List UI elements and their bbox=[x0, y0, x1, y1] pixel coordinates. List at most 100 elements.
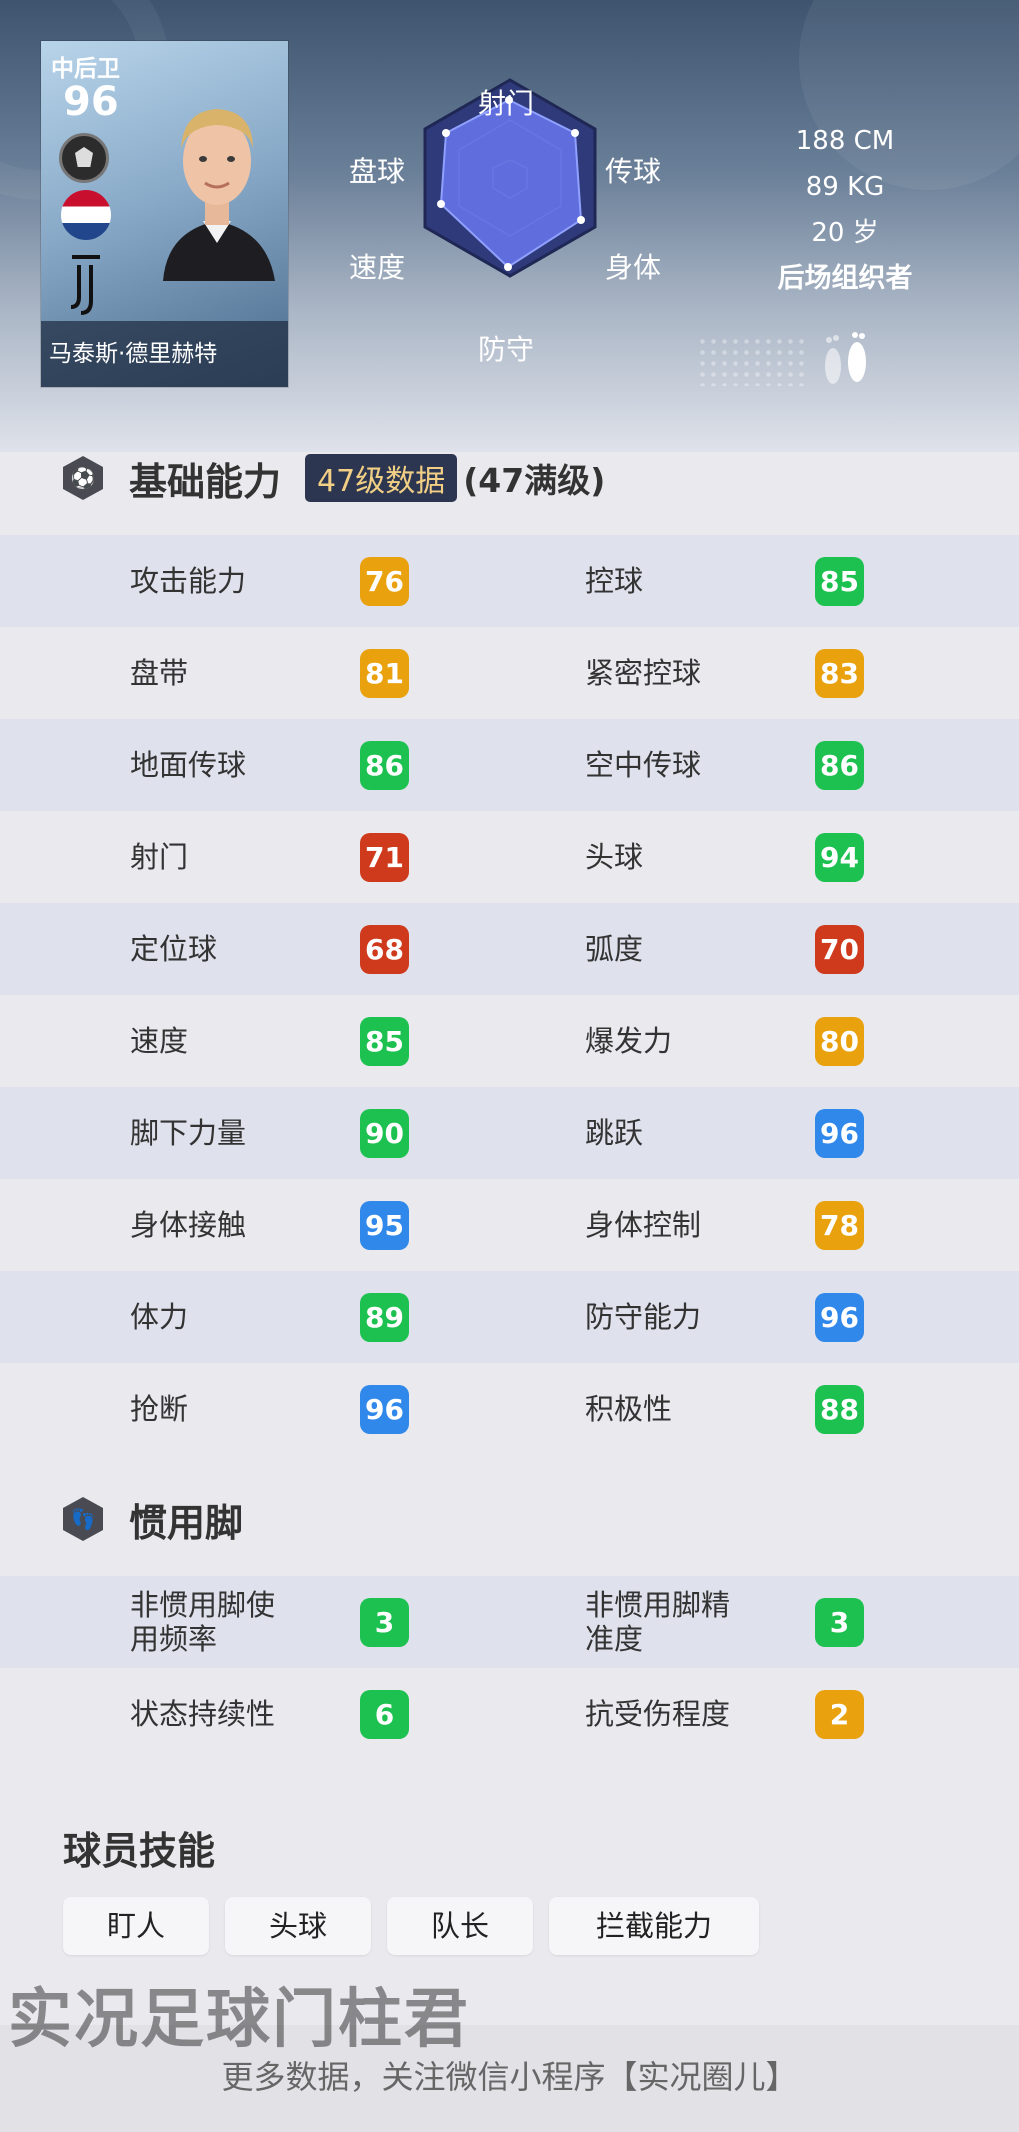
radar-label-passing: 传球 bbox=[605, 155, 662, 188]
stat-value: 81 bbox=[360, 649, 409, 698]
radar-point bbox=[504, 263, 512, 271]
stat-label: 攻击能力 bbox=[130, 564, 247, 598]
stat-value: 89 bbox=[360, 1293, 409, 1342]
level-data-badge[interactable]: 47级数据 bbox=[305, 454, 458, 502]
stat-label: 非惯用脚使用频率 bbox=[130, 1588, 276, 1656]
radar-label-defending: 防守 bbox=[478, 333, 535, 366]
base-stats-table: 攻击能力 76 控球 85 盘带 81 紧密控球 83 地面传球 86 空中传球… bbox=[0, 535, 1019, 1455]
stat-label: 非惯用脚精准度 bbox=[585, 1588, 731, 1656]
stat-value: 6 bbox=[360, 1690, 409, 1739]
player-style: 后场组织者 bbox=[777, 263, 913, 294]
base-ability-header: ⚽ 基础能力 47级数据 (47满级) bbox=[63, 453, 606, 504]
stat-label: 体力 bbox=[130, 1300, 189, 1334]
stat-label: 紧密控球 bbox=[585, 656, 702, 690]
radar-point bbox=[442, 129, 450, 137]
stat-label: 积极性 bbox=[585, 1392, 673, 1426]
decorative-dots bbox=[697, 336, 807, 386]
stat-value: 83 bbox=[815, 649, 864, 698]
footer-promo-link[interactable]: 更多数据，关注微信小程序【实况圈儿】 bbox=[0, 2052, 1019, 2098]
attribute-radar-chart: 射门 传球 身体 防守 速度 盘球 bbox=[335, 60, 695, 380]
stat-value: 2 bbox=[815, 1690, 864, 1739]
stat-label: 抗受伤程度 bbox=[585, 1697, 731, 1731]
stat-label: 爆发力 bbox=[585, 1024, 673, 1058]
player-header: 中后卫 96 马泰斯·德里赫特 射门 传球 身体 防守 速度 盘球 188 CM… bbox=[0, 0, 1019, 452]
player-card[interactable]: 中后卫 96 马泰斯·德里赫特 bbox=[41, 41, 288, 387]
stat-value: 96 bbox=[815, 1109, 864, 1158]
stat-label: 射门 bbox=[130, 840, 189, 874]
stat-row: 体力 89 防守能力 96 bbox=[0, 1271, 1019, 1363]
stat-row: 抢断 96 积极性 88 bbox=[0, 1363, 1019, 1455]
stat-value: 90 bbox=[360, 1109, 409, 1158]
stat-label: 控球 bbox=[585, 564, 644, 598]
stat-label: 速度 bbox=[130, 1024, 189, 1058]
radar-label-dribbling: 盘球 bbox=[349, 155, 406, 188]
skills-title: 球员技能 bbox=[63, 1829, 216, 1873]
player-age: 20 岁 bbox=[811, 218, 879, 248]
stat-value: 3 bbox=[360, 1598, 409, 1647]
stat-value: 88 bbox=[815, 1385, 864, 1434]
player-overall-rating: 96 bbox=[63, 79, 119, 125]
stat-row: 脚下力量 90 跳跃 96 bbox=[0, 1087, 1019, 1179]
stat-label: 盘带 bbox=[130, 656, 189, 690]
stat-row: 地面传球 86 空中传球 86 bbox=[0, 719, 1019, 811]
foot-title: 惯用脚 bbox=[129, 1500, 244, 1545]
stat-row: 盘带 81 紧密控球 83 bbox=[0, 627, 1019, 719]
stat-value: 71 bbox=[360, 833, 409, 882]
stat-row: 攻击能力 76 控球 85 bbox=[0, 535, 1019, 627]
stat-row: 非惯用脚使用频率 3 非惯用脚精准度 3 bbox=[0, 1576, 1019, 1668]
stat-label: 弧度 bbox=[585, 932, 644, 966]
skill-tag[interactable]: 拦截能力 bbox=[549, 1897, 759, 1955]
player-height: 188 CM bbox=[795, 126, 895, 156]
stat-value: 86 bbox=[360, 741, 409, 790]
stat-label: 身体控制 bbox=[585, 1208, 702, 1242]
stat-label: 地面传球 bbox=[130, 748, 247, 782]
stat-row: 射门 71 头球 94 bbox=[0, 811, 1019, 903]
stat-value: 76 bbox=[360, 557, 409, 606]
stat-label: 抢断 bbox=[130, 1392, 189, 1426]
stat-label: 头球 bbox=[585, 840, 644, 874]
skill-tag[interactable]: 队长 bbox=[387, 1897, 533, 1955]
player-position: 中后卫 bbox=[51, 56, 120, 82]
radar-point bbox=[577, 216, 585, 224]
club-logo-icon bbox=[70, 255, 100, 315]
max-level-note: (47满级) bbox=[463, 461, 606, 500]
skills-list: 盯人 头球 队长 拦截能力 bbox=[63, 1897, 759, 1955]
card-type-badge-icon bbox=[59, 133, 109, 183]
stat-row: 状态持续性 6 抗受伤程度 2 bbox=[0, 1668, 1019, 1760]
stat-label: 防守能力 bbox=[585, 1300, 702, 1334]
stat-value: 70 bbox=[815, 925, 864, 974]
footprint-icon: 👣 bbox=[63, 1497, 103, 1541]
radar-label-speed: 速度 bbox=[349, 251, 406, 284]
stat-value: 80 bbox=[815, 1017, 864, 1066]
stat-label: 空中传球 bbox=[585, 748, 702, 782]
radar-label-shooting: 射门 bbox=[478, 87, 535, 120]
stat-value: 95 bbox=[360, 1201, 409, 1250]
stat-label: 跳跃 bbox=[585, 1116, 644, 1150]
radar-point bbox=[571, 129, 579, 137]
player-info: 188 CM 89 KG 20 岁 后场组织者 bbox=[755, 118, 935, 302]
stat-label: 定位球 bbox=[130, 932, 218, 966]
skill-tag[interactable]: 头球 bbox=[225, 1897, 371, 1955]
stat-value: 86 bbox=[815, 741, 864, 790]
stat-value: 78 bbox=[815, 1201, 864, 1250]
stat-value: 85 bbox=[360, 1017, 409, 1066]
skill-tag[interactable]: 盯人 bbox=[63, 1897, 209, 1955]
footprint-icon bbox=[825, 332, 866, 384]
foot-header: 👣 惯用脚 bbox=[63, 1494, 244, 1545]
player-run-icon: ⚽ bbox=[63, 456, 103, 500]
foot-stats-table: 非惯用脚使用频率 3 非惯用脚精准度 3 状态持续性 6 抗受伤程度 2 bbox=[0, 1576, 1019, 1760]
player-name: 马泰斯·德里赫特 bbox=[41, 321, 288, 387]
stat-value: 3 bbox=[815, 1598, 864, 1647]
stat-label: 身体接触 bbox=[130, 1208, 247, 1242]
netherlands-flag-icon bbox=[61, 190, 111, 240]
stat-value: 96 bbox=[360, 1385, 409, 1434]
watermark-text: 实况足球门柱君 bbox=[8, 1983, 470, 2057]
stat-value: 94 bbox=[815, 833, 864, 882]
stat-row: 身体接触 95 身体控制 78 bbox=[0, 1179, 1019, 1271]
stat-label: 脚下力量 bbox=[130, 1116, 247, 1150]
stat-value: 96 bbox=[815, 1293, 864, 1342]
stat-value: 68 bbox=[360, 925, 409, 974]
stat-row: 速度 85 爆发力 80 bbox=[0, 995, 1019, 1087]
base-ability-title: 基础能力 bbox=[129, 459, 282, 504]
stat-label: 状态持续性 bbox=[130, 1697, 276, 1731]
